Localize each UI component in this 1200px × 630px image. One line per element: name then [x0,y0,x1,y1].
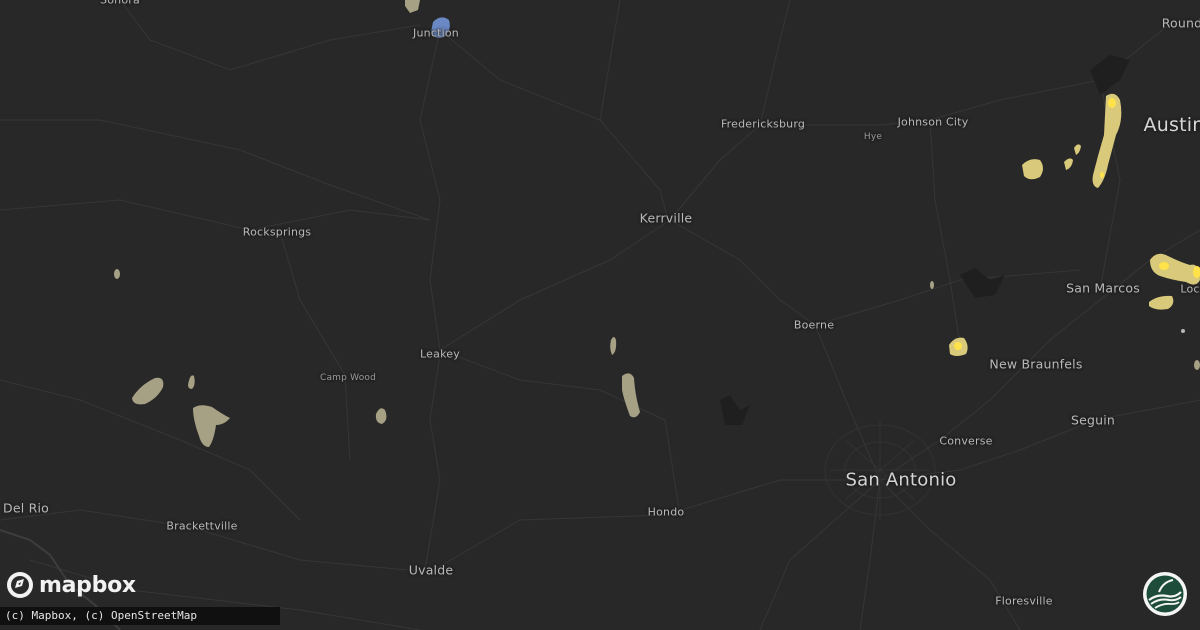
map-canvas[interactable]: Sonora Junction Fredericksburg Hye Johns… [0,0,1200,630]
mapbox-logo-icon [7,572,33,598]
mapbox-logo[interactable]: mapbox [6,571,136,599]
city-label-kerrville: Kerrville [639,210,693,226]
city-label-camp-wood: Camp Wood [319,373,377,383]
hail-swath [1064,158,1073,170]
hail-core [1100,172,1104,178]
hail-core [954,342,962,350]
hail-swath [114,269,120,279]
mapbox-logo-text: mapbox [39,572,136,598]
city-label-boerne: Boerne [793,318,835,332]
city-label-converse: Converse [939,434,993,448]
hail-swath [375,408,387,424]
hail-swath [1092,93,1122,188]
hail-swath [622,373,640,418]
city-label-junction: Junction [413,26,459,40]
hail-core [1108,98,1116,108]
city-label-fredericksburg: Fredericksburg [720,117,806,131]
hail-swath [1074,144,1081,155]
city-label-austin: Austin [1143,114,1200,136]
hail-brand-icon[interactable] [1141,570,1189,618]
city-label-johnson-city: Johnson City [897,115,969,129]
city-label-leakey: Leakey [420,347,460,361]
city-label-lockhart: Loc [1180,282,1200,296]
hail-swath [1149,295,1174,310]
city-label-san-antonio: San Antonio [845,469,957,491]
city-label-san-marcos: San Marcos [1066,280,1140,296]
city-label-seguin: Seguin [1070,412,1116,428]
hail-core [1159,262,1169,270]
city-label-rocksprings: Rocksprings [242,225,312,239]
hail-swath [405,0,420,13]
hail-swath-layer [114,0,1200,447]
hail-swath [193,405,230,447]
city-label-hondo: Hondo [647,505,685,519]
hail-swath [1194,360,1200,370]
map-attribution[interactable]: (c) Mapbox, (c) OpenStreetMap [0,607,280,625]
hail-swath [1150,253,1200,285]
city-label-sonora: Sonora [100,0,140,7]
city-label-round-rock: Round [1161,15,1200,31]
hail-swath [188,375,195,389]
city-label-hye: Hye [863,132,883,142]
city-label-new-braunfels: New Braunfels [989,356,1083,372]
city-label-floresville: Floresville [995,594,1053,608]
city-label-brackettville: Brackettville [166,519,238,533]
hail-swath [610,337,617,355]
hail-swath [1022,159,1043,180]
hail-swath [930,281,934,289]
hail-swath [1181,329,1185,333]
hail-swath [132,377,164,405]
city-label-uvalde: Uvalde [408,562,454,578]
city-label-del-rio: Del Rio [3,500,49,516]
